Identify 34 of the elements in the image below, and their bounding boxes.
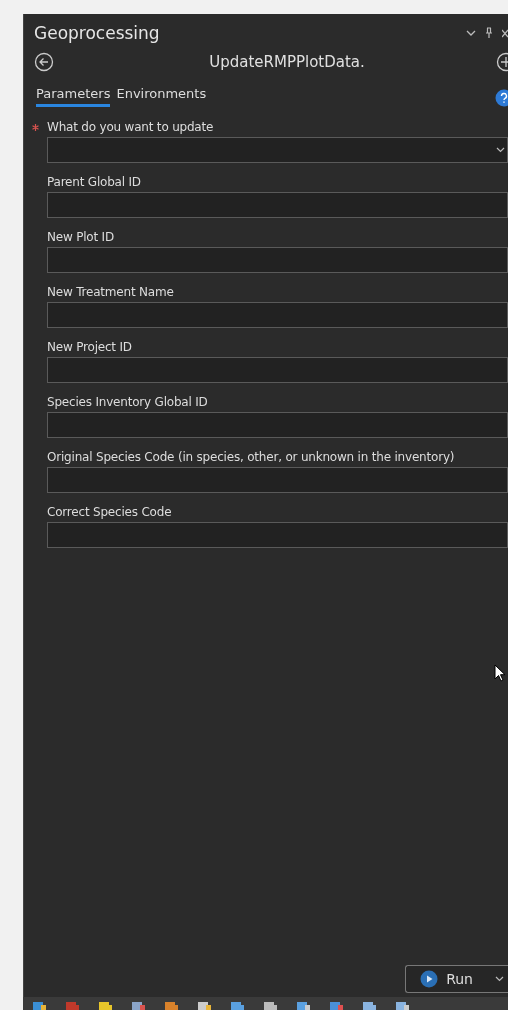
help-icon[interactable]: [495, 89, 508, 107]
toolbar-icon[interactable]: [394, 1000, 410, 1010]
toolbar-icon[interactable]: [130, 1000, 146, 1010]
pin-icon[interactable]: [485, 27, 493, 39]
play-icon: [420, 970, 439, 988]
toolbar-icon[interactable]: [229, 1000, 245, 1010]
toolbar-icon[interactable]: [361, 1000, 377, 1010]
toolbar-icon[interactable]: [328, 1000, 344, 1010]
chevron-down-icon: [496, 147, 505, 153]
toolbar-icon[interactable]: [97, 1000, 113, 1010]
add-icon[interactable]: [496, 52, 508, 72]
tab[interactable]: Environments: [116, 86, 207, 107]
toolbar-icon[interactable]: [262, 1000, 278, 1010]
parameter-label: Correct Species Code: [47, 505, 172, 519]
pane-title: Geoprocessing: [34, 23, 160, 43]
chevron-down-icon: [495, 976, 504, 982]
parameter-label: New Project ID: [47, 340, 132, 354]
chevron-down-icon[interactable]: [466, 29, 476, 37]
tool-name: UpdateRMPPlotData.: [208, 53, 366, 71]
toolbar-icon[interactable]: [163, 1000, 179, 1010]
toolbar-icon[interactable]: [31, 1000, 47, 1010]
tab[interactable]: Parameters: [36, 86, 111, 107]
back-icon[interactable]: [34, 52, 54, 72]
run-button[interactable]: Run: [405, 965, 508, 993]
parameter-label: Species Inventory Global ID: [47, 395, 208, 409]
parameter-label: Parent Global ID: [47, 175, 141, 189]
toolbar-icon[interactable]: [295, 1000, 311, 1010]
parameter-label: Original Species Code (in species, other, or unknown in the inventory): [47, 450, 455, 464]
parameter-label: New Plot ID: [47, 230, 114, 244]
mouse-pointer-icon: [494, 664, 506, 682]
parameter-label: New Treatment Name: [47, 285, 174, 299]
close-icon[interactable]: [502, 27, 508, 39]
toolbar-icon[interactable]: [196, 1000, 212, 1010]
parameter-label: What do you want to update: [47, 120, 214, 134]
